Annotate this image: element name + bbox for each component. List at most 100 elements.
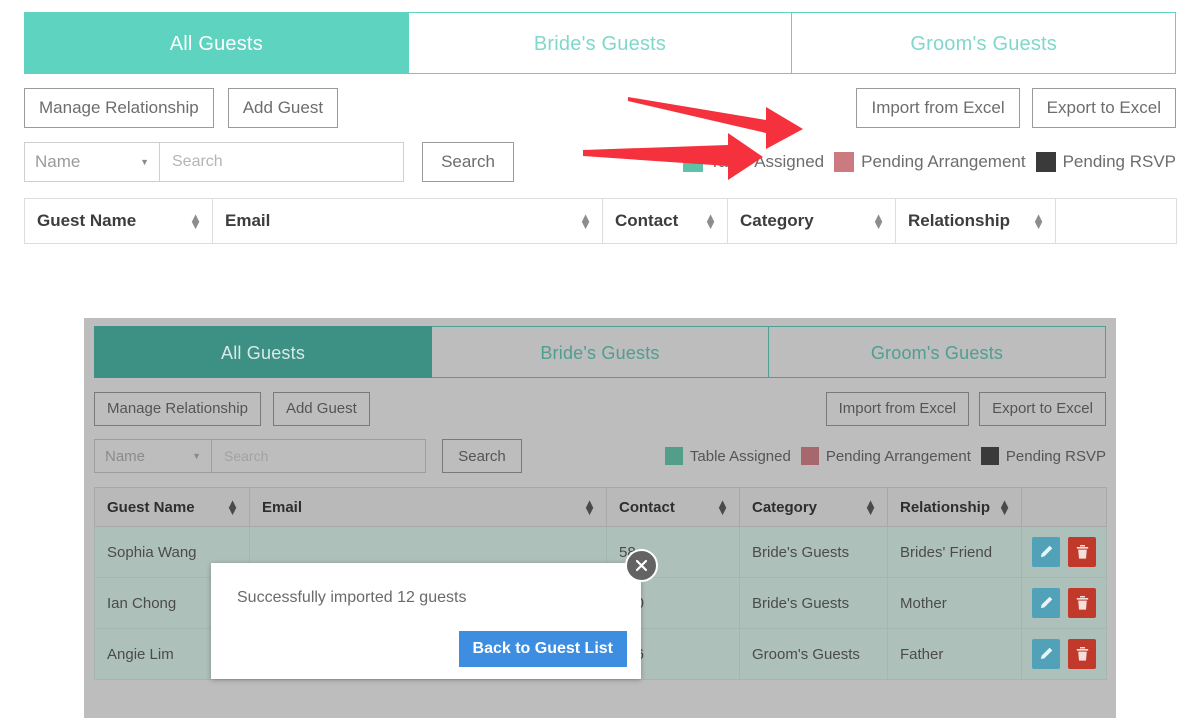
import-from-excel-button[interactable]: Import from Excel [856,88,1020,128]
back-to-guest-list-button[interactable]: Back to Guest List [458,631,627,667]
delete-row-button[interactable] [1068,588,1096,618]
column-label: Contact [619,498,675,516]
table-header-row: Guest Name ▲ ▼ Email ▲ ▼ Contact ▲ ▼ Catego… [24,198,1177,244]
cell-actions [1021,526,1107,578]
sort-icon[interactable]: ▲ ▼ [864,497,877,517]
sort-icon[interactable]: ▲ ▼ [189,211,202,231]
filter-field-select[interactable]: Name ▼ [24,142,160,182]
legend-swatch-pending-rsvp [1035,152,1056,172]
sort-icon[interactable]: ▲ ▼ [583,497,596,517]
cell-relationship: Mother [887,577,1022,629]
cell-actions [1021,628,1107,680]
legend-label-table-assigned: Table Assigned [709,152,825,171]
cell-category: Groom's Guests [739,628,888,680]
inset-toolbar-button-row: Manage Relationship Add Guest Import fro… [94,378,1106,426]
cell-actions [1021,577,1107,629]
tab-all-guests[interactable]: All Guests [24,12,409,74]
inset-column-header-contact[interactable]: Contact ▲ ▼ [606,487,740,527]
inset-column-header-category[interactable]: Category ▲ ▼ [739,487,888,527]
close-icon[interactable] [625,549,658,582]
legend-swatch-pending-rsvp [980,447,999,465]
inset-search-button[interactable]: Search [442,439,522,473]
toolbar: Manage Relationship Add Guest Import fro… [24,74,1177,244]
inset-import-from-excel-button[interactable]: Import from Excel [825,392,970,426]
column-header-actions [1055,198,1177,244]
inset-manage-relationship-button[interactable]: Manage Relationship [94,392,261,426]
chevron-down-icon: ▼ [192,451,201,461]
column-label: Category [740,211,814,230]
sort-icon[interactable]: ▲ ▼ [579,211,592,231]
inset-table-header-row: Guest Name ▲ ▼ Email ▲ ▼ Contact ▲ ▼ Catego… [94,487,1107,527]
status-legend: Table Assigned Pending Arrangement Pendi… [682,152,1176,172]
legend-label-pending-rsvp: Pending RSVP [1005,447,1106,465]
delete-row-button[interactable] [1068,639,1096,669]
tab-all-guests-label: All Guests [169,33,263,55]
cell-relationship: Father [887,628,1022,680]
filter-row: Name ▼ Search Search Table Assigned Pend… [24,128,1176,198]
column-label: Email [262,498,303,516]
cell-category: Bride's Guests [739,526,888,578]
legend-swatch-pending-arrangement [800,447,819,465]
tab-grooms-guests-label: Groom's Guests [910,33,1058,55]
export-to-excel-button[interactable]: Export to Excel [1031,88,1176,128]
inset-filter-row: Name ▼ Search Search Table Assigned Pend… [94,426,1106,487]
column-header-email[interactable]: Email ▲ ▼ [212,198,603,244]
manage-relationship-button[interactable]: Manage Relationship [24,88,214,128]
inset-tab-grooms-guests-label: Groom's Guests [870,343,1004,363]
import-success-dialog: Successfully imported 12 guests Back to … [211,563,641,679]
sort-icon[interactable]: ▲ ▼ [872,211,885,231]
chevron-down-icon: ▼ [140,157,149,167]
cell-relationship: Brides' Friend [887,526,1022,578]
inset-export-to-excel-button[interactable]: Export to Excel [979,392,1106,426]
column-header-relationship[interactable]: Relationship ▲ ▼ [895,198,1056,244]
inset-status-legend: Table Assigned Pending Arrangement Pendi… [664,447,1106,465]
search-input[interactable]: Search [160,142,404,182]
column-header-category[interactable]: Category ▲ ▼ [727,198,896,244]
inset-search-input[interactable]: Search [212,439,426,473]
column-label: Guest Name [107,498,195,516]
column-header-guest-name[interactable]: Guest Name ▲ ▼ [24,198,213,244]
column-label: Category [752,498,818,516]
cell-category: Bride's Guests [739,577,888,629]
inset-tab-brides-guests[interactable]: Bride's Guests [432,326,769,378]
inset-column-header-actions [1021,487,1107,527]
column-label: Contact [615,211,679,230]
inset-tab-all-guests[interactable]: All Guests [94,326,432,378]
column-header-contact[interactable]: Contact ▲ ▼ [602,198,728,244]
inset-filter-field-select[interactable]: Name ▼ [94,439,212,473]
guest-table: Guest Name ▲ ▼ Email ▲ ▼ Contact ▲ ▼ Catego… [24,198,1177,244]
legend-label-pending-rsvp: Pending RSVP [1062,152,1176,171]
edit-row-button[interactable] [1032,639,1060,669]
inset-search-input-placeholder: Search [224,448,269,464]
sort-icon[interactable]: ▲ ▼ [1032,211,1045,231]
inset-column-header-relationship[interactable]: Relationship ▲ ▼ [887,487,1022,527]
inset-tab-grooms-guests[interactable]: Groom's Guests [769,326,1106,378]
delete-row-button[interactable] [1068,537,1096,567]
legend-swatch-table-assigned [682,152,703,172]
legend-swatch-pending-arrangement [834,152,855,172]
column-label: Guest Name [37,211,137,230]
sort-icon[interactable]: ▲ ▼ [704,211,717,231]
tab-bar: All Guests Bride's Guests Groom's Guests [24,12,1177,74]
guest-list-panel: All Guests Bride's Guests Groom's Guests… [24,12,1177,244]
tab-grooms-guests[interactable]: Groom's Guests [792,12,1177,74]
inset-filter-field-value: Name [105,447,146,465]
column-label: Relationship [908,211,1011,230]
sort-icon[interactable]: ▲ ▼ [226,497,239,517]
edit-row-button[interactable] [1032,588,1060,618]
tab-brides-guests[interactable]: Bride's Guests [408,12,793,74]
inset-add-guest-button[interactable]: Add Guest [272,392,370,426]
toolbar-button-row: Manage Relationship Add Guest Import fro… [24,74,1176,128]
sort-icon[interactable]: ▲ ▼ [716,497,729,517]
legend-swatch-table-assigned [664,447,683,465]
filter-field-value: Name [35,152,81,171]
search-input-placeholder: Search [172,153,223,170]
legend-label-pending-arrangement: Pending Arrangement [825,447,971,465]
inset-column-header-email[interactable]: Email ▲ ▼ [249,487,607,527]
search-button[interactable]: Search [422,142,514,182]
add-guest-button[interactable]: Add Guest [227,88,339,128]
sort-icon[interactable]: ▲ ▼ [998,497,1011,517]
inset-column-header-guest-name[interactable]: Guest Name ▲ ▼ [94,487,250,527]
column-label: Relationship [900,498,991,516]
edit-row-button[interactable] [1032,537,1060,567]
